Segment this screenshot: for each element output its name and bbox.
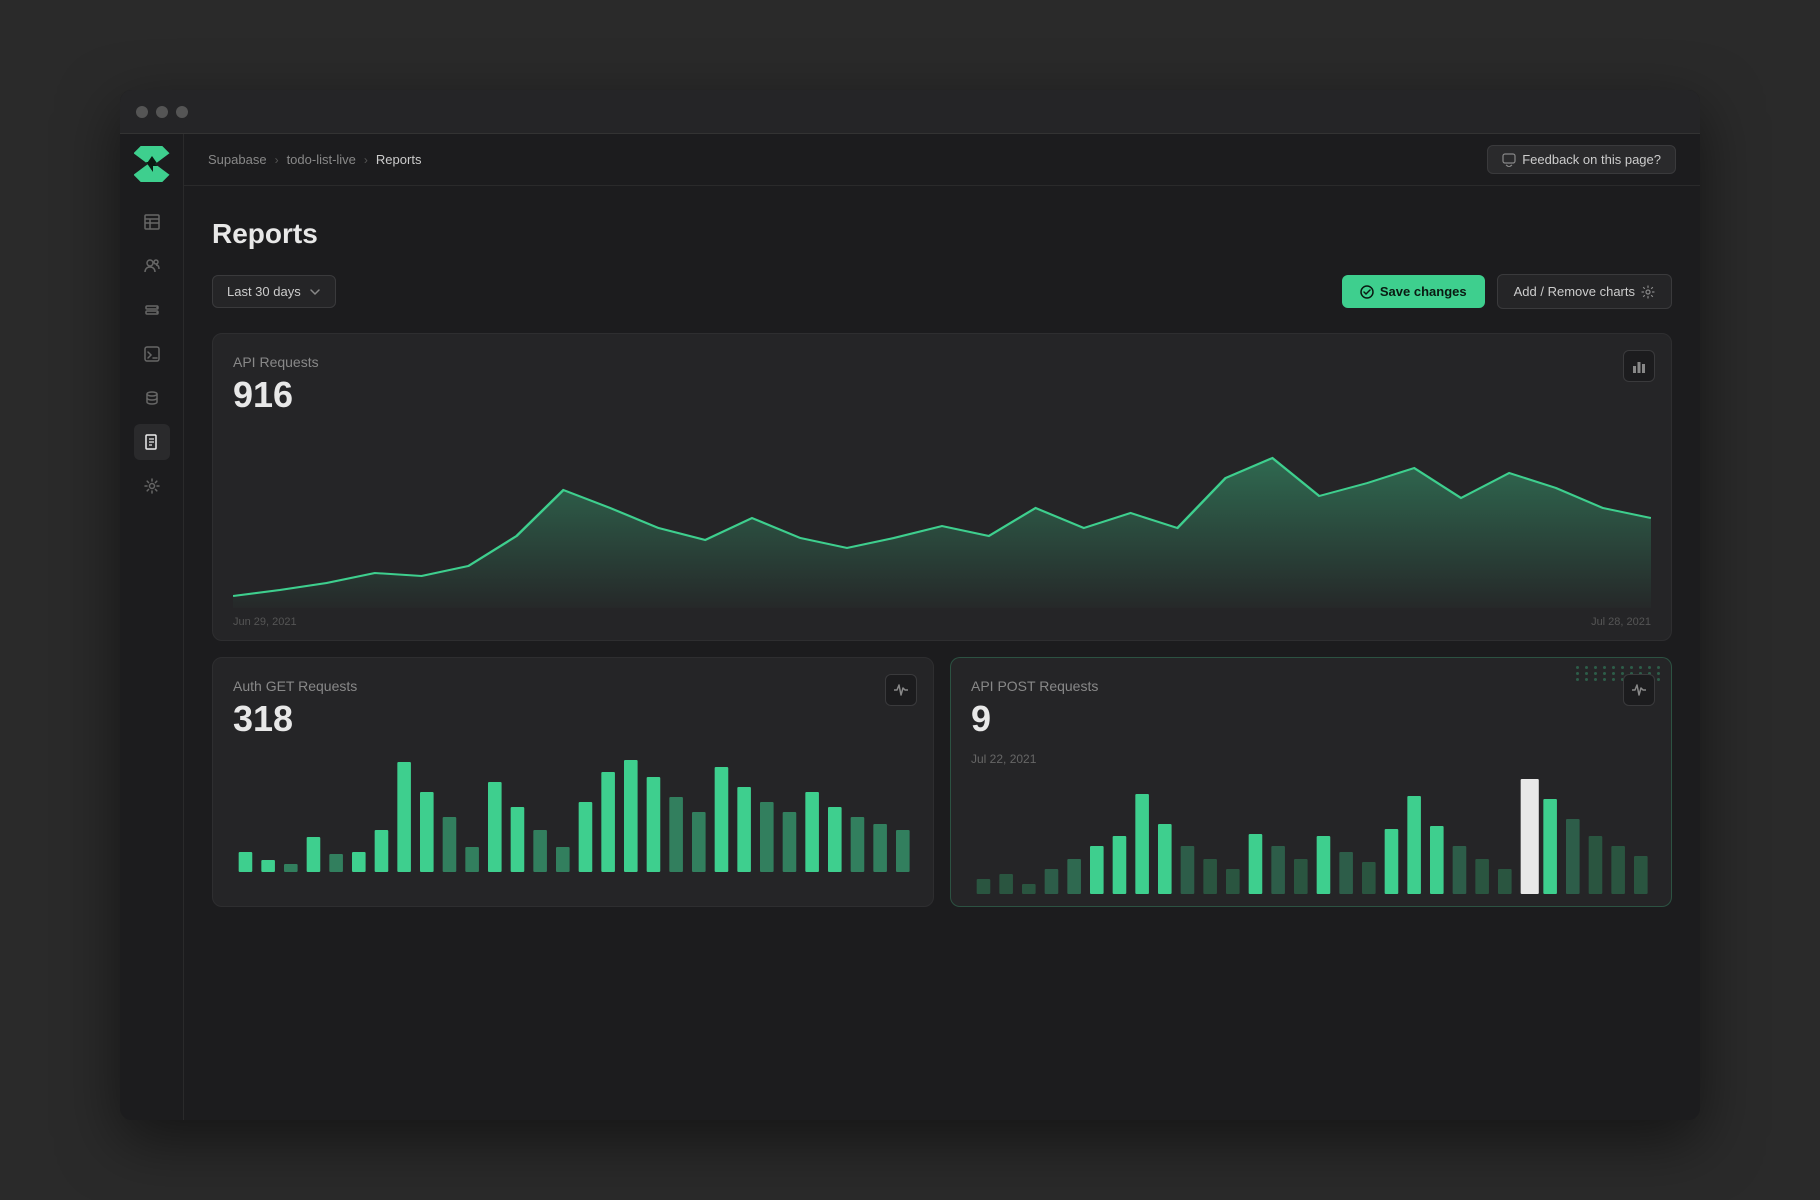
api-requests-date-end: Jul 28, 2021 <box>1591 616 1651 628</box>
decoration-dot <box>1594 678 1597 681</box>
breadcrumb-sep-2: › <box>364 153 368 167</box>
sidebar-item-settings[interactable] <box>134 468 170 504</box>
decoration-dot <box>1648 666 1651 669</box>
date-selector-label: Last 30 days <box>227 284 301 299</box>
traffic-light-maximize[interactable] <box>176 106 188 118</box>
auth-get-value: 318 <box>233 698 913 740</box>
api-requests-chart <box>233 428 1651 608</box>
api-requests-date-start: Jun 29, 2021 <box>233 616 297 628</box>
chevron-down-icon <box>309 286 321 298</box>
gear-icon <box>1641 285 1655 299</box>
sidebar-item-terminal[interactable] <box>134 336 170 372</box>
decoration-dot <box>1630 666 1633 669</box>
api-requests-chart-toggle[interactable] <box>1623 350 1655 382</box>
decoration-dot <box>1657 678 1660 681</box>
titlebar <box>120 90 1700 134</box>
save-changes-label: Save changes <box>1380 284 1467 299</box>
api-post-date: Jul 22, 2021 <box>971 752 1651 766</box>
add-remove-charts-button[interactable]: Add / Remove charts <box>1497 274 1672 309</box>
feedback-label: Feedback on this page? <box>1522 152 1661 167</box>
feedback-icon <box>1502 153 1516 167</box>
decoration-dot <box>1603 666 1606 669</box>
decoration-dot <box>1621 672 1624 675</box>
decoration-dot <box>1585 678 1588 681</box>
toolbar: Last 30 days Save changes <box>212 274 1672 309</box>
breadcrumb-reports: Reports <box>376 152 422 167</box>
feedback-button[interactable]: Feedback on this page? <box>1487 145 1676 174</box>
topnav: Supabase › todo-list-live › Reports Feed… <box>184 134 1700 186</box>
decoration-dot <box>1603 678 1606 681</box>
sidebar <box>120 134 184 1120</box>
decoration-dot <box>1594 672 1597 675</box>
breadcrumb-project[interactable]: todo-list-live <box>287 152 356 167</box>
decoration-dot <box>1585 666 1588 669</box>
traffic-light-close[interactable] <box>136 106 148 118</box>
decoration-dot <box>1639 666 1642 669</box>
decoration-dot <box>1576 672 1579 675</box>
api-requests-value: 916 <box>233 374 1651 416</box>
pulse-icon-2 <box>1631 682 1647 698</box>
decoration-dot <box>1585 672 1588 675</box>
decoration-dot <box>1657 672 1660 675</box>
main-content: Reports Last 30 days <box>184 186 1700 1120</box>
date-selector[interactable]: Last 30 days <box>212 275 336 308</box>
sidebar-item-users[interactable] <box>134 248 170 284</box>
auth-get-chart-toggle[interactable] <box>885 674 917 706</box>
auth-get-label: Auth GET Requests <box>233 678 913 694</box>
breadcrumb-sep-1: › <box>275 153 279 167</box>
breadcrumb-supabase[interactable]: Supabase <box>208 152 267 167</box>
traffic-light-minimize[interactable] <box>156 106 168 118</box>
api-post-card: // Will be generated via JS below API PO… <box>950 657 1672 907</box>
api-post-chart-toggle[interactable] <box>1623 674 1655 706</box>
decoration-dot <box>1594 666 1597 669</box>
decoration-dot <box>1576 666 1579 669</box>
decoration-dot <box>1576 678 1579 681</box>
decoration-dot <box>1612 678 1615 681</box>
decoration-dot <box>1657 666 1660 669</box>
api-post-label: API POST Requests <box>971 678 1651 694</box>
api-requests-label: API Requests <box>233 354 1651 370</box>
auth-get-card: Auth GET Requests 318 <box>212 657 934 907</box>
api-post-chart <box>971 774 1651 894</box>
api-post-value: 9 <box>971 698 1651 740</box>
bar-chart-icon <box>1631 358 1647 374</box>
sidebar-item-reports[interactable] <box>134 424 170 460</box>
decoration-dot <box>1603 672 1606 675</box>
app-logo[interactable] <box>134 146 170 182</box>
decoration-dot <box>1612 672 1615 675</box>
auth-get-chart <box>233 752 913 872</box>
decoration-dot <box>1621 666 1624 669</box>
charts-row: Auth GET Requests 318 <box>212 657 1672 907</box>
save-changes-button[interactable]: Save changes <box>1342 275 1485 308</box>
api-requests-card: API Requests 916 <box>212 333 1672 641</box>
save-icon <box>1360 285 1374 299</box>
pulse-icon <box>893 682 909 698</box>
sidebar-item-table[interactable] <box>134 204 170 240</box>
add-remove-charts-label: Add / Remove charts <box>1514 284 1635 299</box>
sidebar-item-database[interactable] <box>134 380 170 416</box>
sidebar-item-storage[interactable] <box>134 292 170 328</box>
page-title: Reports <box>212 218 1672 250</box>
decoration-dot <box>1612 666 1615 669</box>
api-requests-dates: Jun 29, 2021 Jul 28, 2021 <box>233 616 1651 628</box>
